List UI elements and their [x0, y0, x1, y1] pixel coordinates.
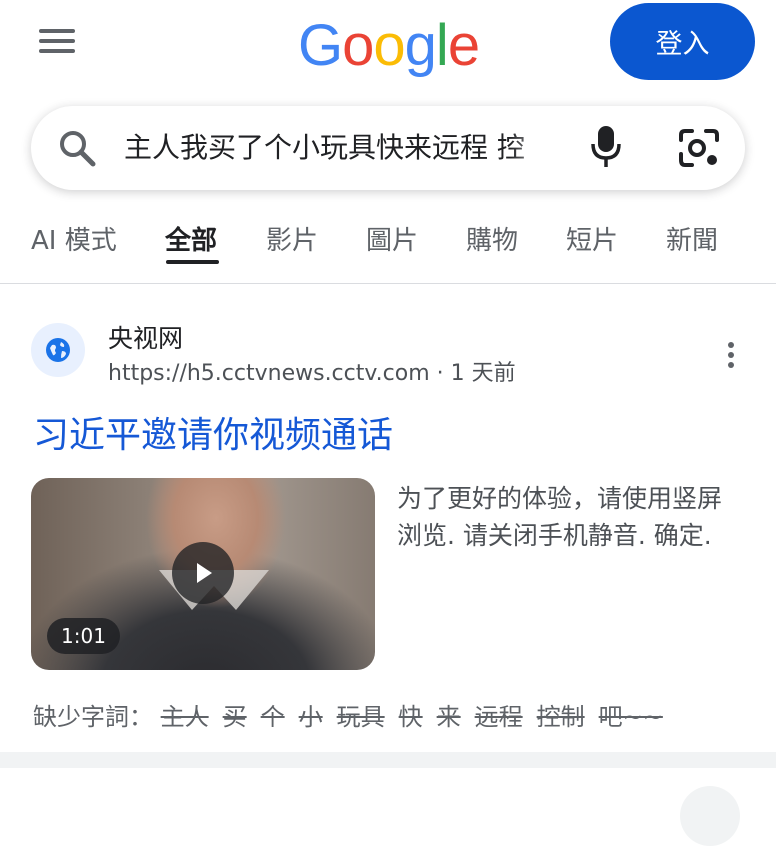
next-result-avatar: [680, 786, 740, 846]
missing-word: 快: [398, 703, 423, 731]
site-favicon[interactable]: [31, 323, 85, 377]
result-age: 1 天前: [450, 361, 516, 386]
separator-dot: ·: [429, 361, 451, 386]
google-logo[interactable]: Google: [298, 10, 480, 80]
more-options-icon[interactable]: [719, 340, 743, 370]
sign-in-button[interactable]: 登入: [610, 3, 755, 80]
tab-news[interactable]: 新聞: [666, 220, 718, 257]
search-tabs: AI 模式 全部 影片 圖片 購物 短片 新聞: [0, 208, 776, 268]
logo-letter: o: [373, 12, 405, 78]
logo-letter: g: [404, 12, 437, 78]
menu-icon[interactable]: [39, 27, 76, 55]
video-duration-badge: 1:01: [47, 618, 120, 654]
video-thumbnail[interactable]: 1:01: [31, 478, 375, 670]
play-triangle-icon: [197, 563, 212, 583]
result-separator-band: [0, 752, 776, 768]
missing-word: 玩具: [336, 703, 385, 731]
globe-icon: [46, 338, 70, 362]
tab-images[interactable]: 圖片: [366, 220, 418, 257]
missing-word: 个: [260, 703, 285, 731]
tab-shorts[interactable]: 短片: [566, 220, 618, 257]
missing-word: 吧~~: [598, 703, 663, 731]
site-name[interactable]: 央视网: [108, 319, 183, 355]
missing-word: 远程: [474, 703, 523, 731]
missing-word: 主人: [160, 703, 209, 731]
missing-word: 小: [298, 703, 323, 731]
missing-word: 控制: [536, 703, 585, 731]
tab-all[interactable]: 全部: [165, 220, 217, 257]
logo-letter: l: [435, 12, 449, 78]
logo-letter: e: [447, 12, 480, 78]
search-input[interactable]: 主人我买了个小玩具快来远程 控: [124, 128, 568, 168]
logo-letter: o: [342, 12, 374, 78]
active-tab-indicator: [166, 260, 219, 264]
search-text-fade: [510, 118, 582, 178]
microphone-icon[interactable]: [590, 124, 622, 170]
missing-words-line: 缺少字詞： 主人买个小玩具快来远程 控制 吧~~: [33, 697, 677, 732]
tab-videos[interactable]: 影片: [266, 220, 318, 257]
url-text: https://h5.cctvnews.cctv.com: [108, 361, 430, 386]
site-url[interactable]: https://h5.cctvnews.cctv.com · 1 天前: [108, 355, 516, 387]
tab-ai-mode[interactable]: AI 模式: [31, 220, 117, 257]
result-title-link[interactable]: 习近平邀请你视频通话: [33, 406, 393, 458]
divider: [0, 283, 776, 284]
missing-words-label: 缺少字詞：: [33, 703, 153, 731]
search-icon: [60, 131, 96, 167]
missing-word: 买: [222, 703, 247, 731]
play-icon[interactable]: [172, 542, 234, 604]
result-snippet: 为了更好的体验，请使用竖屏浏览. 请关闭手机静音. 确定.: [397, 484, 723, 550]
logo-letter: G: [298, 12, 343, 78]
camera-lens-icon[interactable]: [676, 126, 722, 170]
missing-word: 来: [436, 703, 461, 731]
tab-shopping[interactable]: 購物: [466, 220, 518, 257]
